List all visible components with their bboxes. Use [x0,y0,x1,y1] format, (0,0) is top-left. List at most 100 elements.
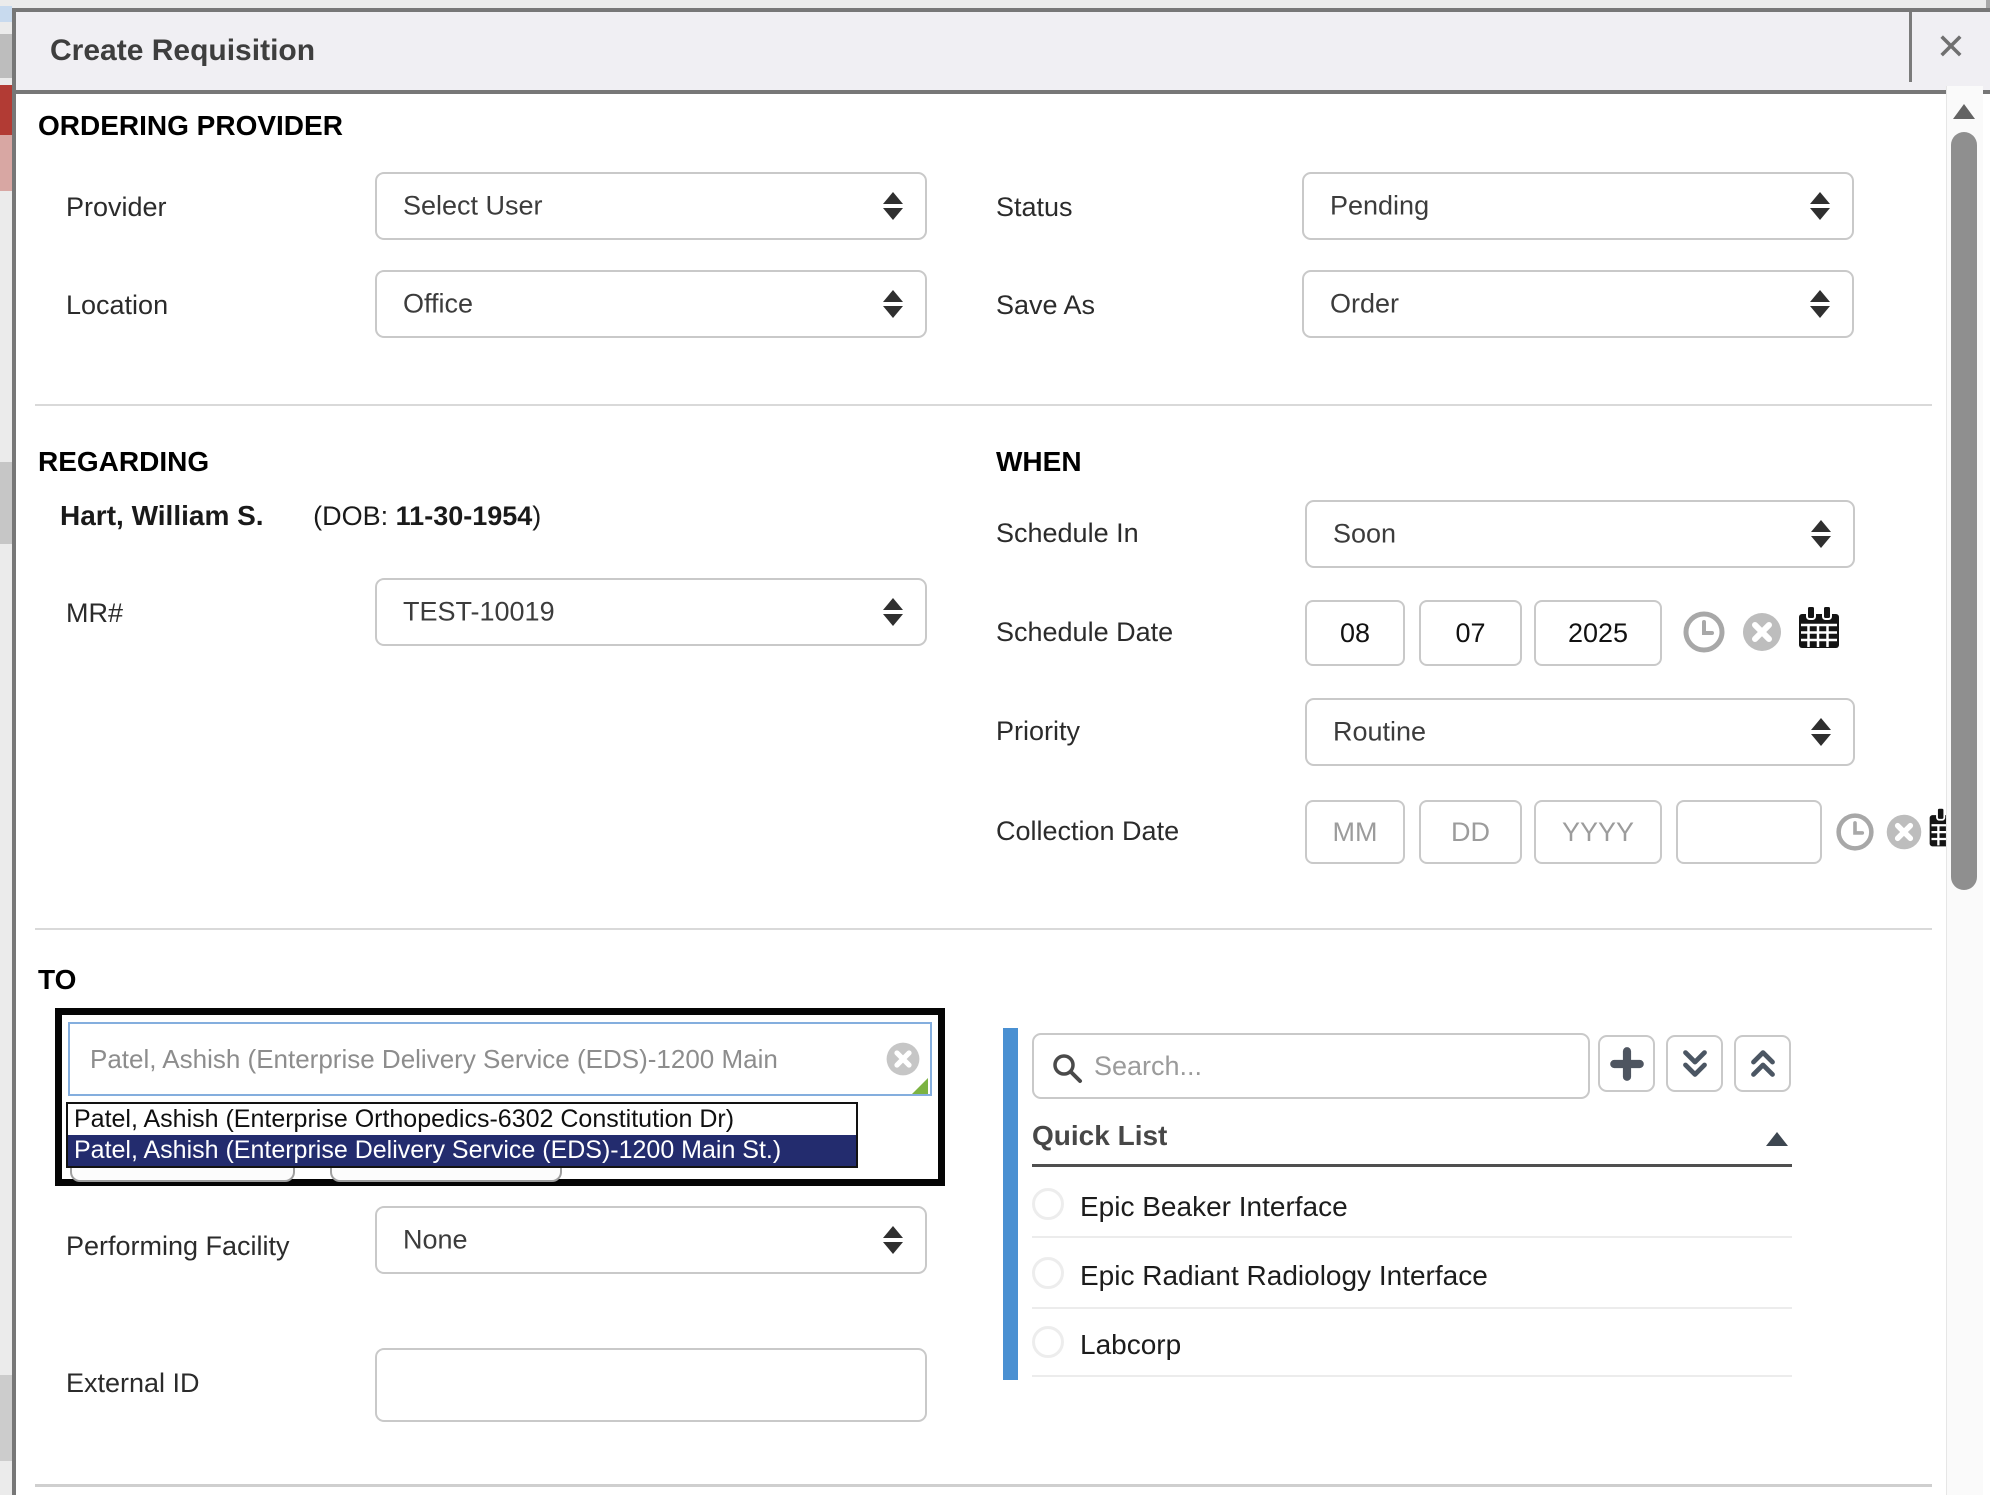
search-box [1032,1033,1590,1099]
schedule-date-month-input[interactable] [1305,600,1405,666]
performing-facility-label: Performing Facility [66,1222,336,1270]
collection-date-month-input[interactable] [1305,800,1405,864]
status-label: Status [996,192,1073,223]
dob-prefix: (DOB: [313,501,396,531]
schedule-in-select-value: Soon [1333,519,1396,550]
save-as-select[interactable]: Order [1302,270,1854,338]
autocomplete-option[interactable]: Patel, Ashish (Enterprise Orthopedics-63… [68,1104,856,1135]
select-arrows-icon [1811,520,1831,548]
mr-select-value: TEST-10019 [403,597,555,628]
modal-title: Create Requisition [50,34,315,68]
external-id-input[interactable] [375,1348,927,1422]
quick-list-item-divider [1032,1236,1792,1238]
when-heading: WHEN [996,446,1082,478]
ordering-provider-heading: ORDERING PROVIDER [38,110,343,142]
schedule-date-label: Schedule Date [996,617,1173,648]
performing-facility-select-value: None [403,1225,468,1256]
patient-line: Hart, William S. (DOB: 11-30-1954) [60,500,541,532]
select-arrows-icon [883,598,903,626]
backdrop-fragment [0,135,12,191]
priority-select[interactable]: Routine [1305,698,1855,766]
quick-list-item-divider [1032,1307,1792,1309]
mr-label: MR# [66,598,123,629]
quick-list-divider [1032,1164,1792,1167]
external-id-label: External ID [66,1368,200,1399]
autocomplete-option-highlighted[interactable]: Patel, Ashish (Enterprise Delivery Servi… [68,1135,856,1166]
schedule-in-select[interactable]: Soon [1305,500,1855,568]
regarding-heading: REGARDING [38,446,209,478]
quick-list-collapse-icon[interactable] [1766,1132,1788,1146]
double-chevron-down-icon [1676,1045,1714,1083]
recipient-clear-icon[interactable] [884,1040,922,1078]
backdrop-fragment [0,1375,12,1461]
collapse-all-button[interactable] [1734,1035,1791,1092]
select-arrows-icon [883,192,903,220]
to-heading: TO [38,964,76,996]
select-arrows-icon [883,290,903,318]
add-recipient-button[interactable] [1598,1035,1655,1092]
location-select[interactable]: Office [375,270,927,338]
scrollbar-up-arrow[interactable] [1953,104,1975,119]
expand-all-button[interactable] [1666,1035,1723,1092]
quick-list-item[interactable]: Epic Beaker Interface [1080,1191,1348,1223]
section-divider [35,404,1932,406]
autocomplete-dropdown: Patel, Ashish (Enterprise Orthopedics-63… [66,1102,858,1168]
priority-select-value: Routine [1333,717,1426,748]
quick-list-item-divider [1032,1375,1792,1377]
modal-header: Create Requisition ✕ [12,8,1990,94]
status-select[interactable]: Pending [1302,172,1854,240]
patient-name: Hart, William S. [60,500,264,531]
quick-list-radio[interactable] [1032,1326,1064,1358]
quick-list-heading: Quick List [1032,1120,1167,1152]
schedule-date-day-input[interactable] [1419,600,1522,666]
status-select-value: Pending [1330,191,1429,222]
search-input[interactable] [1092,1037,1580,1095]
location-label: Location [66,290,168,321]
schedule-date-year-input[interactable] [1534,600,1662,666]
close-icon: ✕ [1936,26,1966,68]
save-as-label: Save As [996,290,1095,321]
search-icon [1050,1051,1084,1085]
schedule-in-label: Schedule In [996,518,1139,549]
provider-select-value: Select User [403,191,543,222]
collection-date-clear-icon[interactable] [1884,812,1924,852]
schedule-date-calendar-icon[interactable] [1795,604,1843,652]
collection-date-time-icon[interactable] [1835,812,1875,852]
quick-list-item[interactable]: Epic Radiant Radiology Interface [1080,1260,1488,1292]
quick-list-radio[interactable] [1032,1257,1064,1289]
close-button[interactable]: ✕ [1909,12,1990,82]
quick-list-item[interactable]: Labcorp [1080,1329,1181,1361]
backdrop-fragment [0,6,12,22]
autocomplete-resize-handle[interactable] [912,1078,928,1094]
dob-suffix: ) [532,501,541,531]
schedule-date-clear-icon[interactable] [1740,610,1784,654]
select-arrows-icon [1811,718,1831,746]
collection-date-time-input[interactable] [1676,800,1822,864]
provider-select[interactable]: Select User [375,172,927,240]
scrollbar-thumb[interactable] [1951,132,1977,890]
collection-date-label: Collection Date [996,816,1179,847]
panel-accent-bar [1003,1028,1018,1380]
select-arrows-icon [1810,290,1830,318]
section-divider [35,928,1932,930]
backdrop-fragment [0,462,12,544]
mr-select[interactable]: TEST-10019 [375,578,927,646]
recipient-input[interactable] [68,1022,932,1096]
collection-date-year-input[interactable] [1534,800,1662,864]
select-arrows-icon [1810,192,1830,220]
priority-label: Priority [996,716,1080,747]
performing-facility-select[interactable]: None [375,1206,927,1274]
schedule-date-time-icon[interactable] [1682,610,1726,654]
double-chevron-up-icon [1744,1045,1782,1083]
save-as-select-value: Order [1330,289,1399,320]
bottom-divider [35,1484,1932,1487]
quick-list-radio[interactable] [1032,1188,1064,1220]
backdrop-fragment [0,34,12,78]
select-arrows-icon [883,1226,903,1254]
location-select-value: Office [403,289,473,320]
screen: Create Requisition ✕ ORDERING PROVIDER P… [0,0,1990,1495]
backdrop-fragment [0,85,12,135]
collection-date-day-input[interactable] [1419,800,1522,864]
plus-icon [1607,1044,1647,1084]
dob-value: 11-30-1954 [396,501,533,531]
